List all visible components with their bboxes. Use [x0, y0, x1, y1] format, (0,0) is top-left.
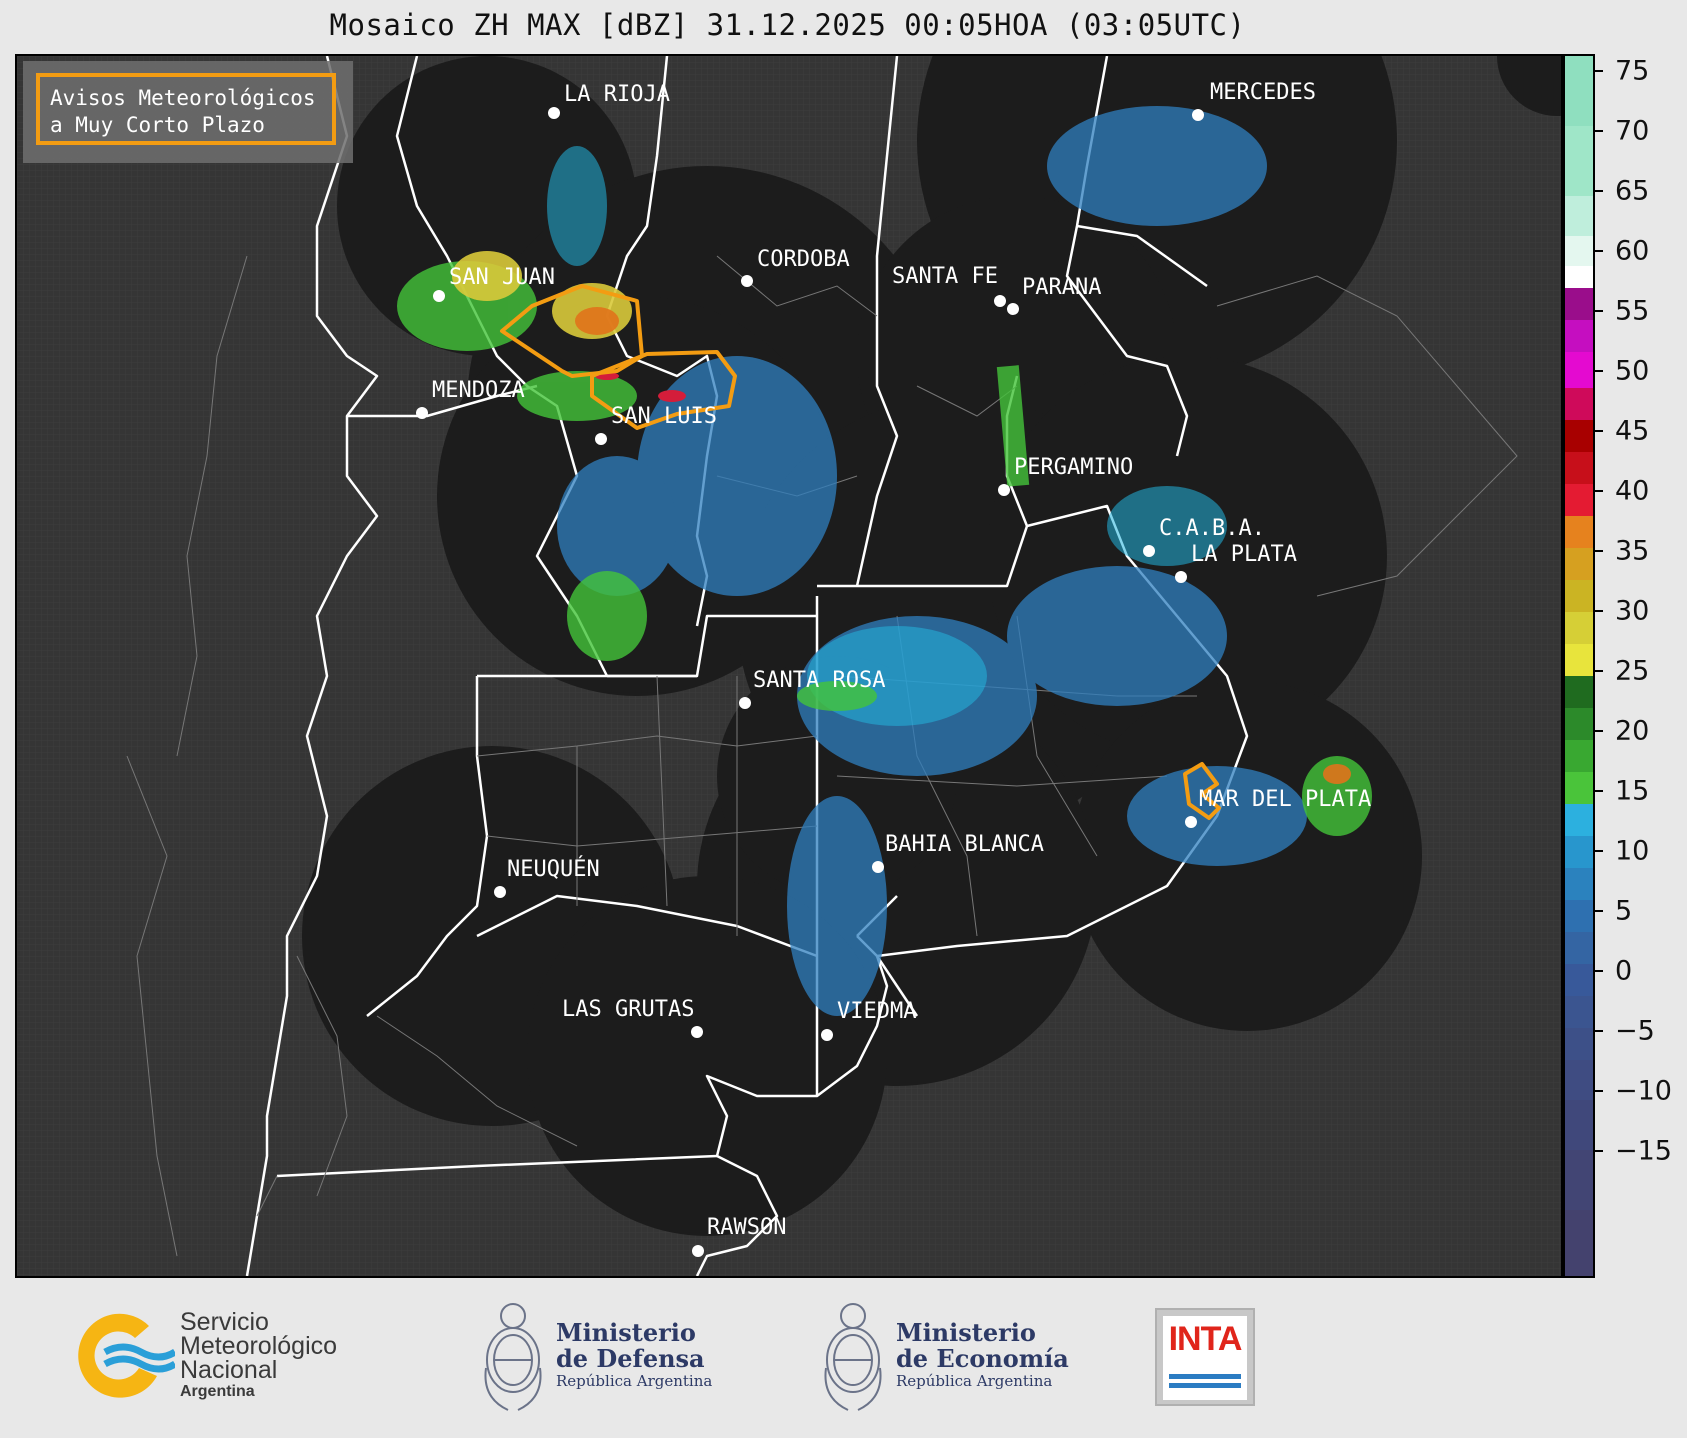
smn-name-line3: Nacional	[180, 1356, 278, 1384]
smn-name-line1: Servicio	[180, 1308, 269, 1336]
warning-legend-line2: a Muy Corto Plazo	[50, 113, 265, 137]
echo-south-san-luis	[567, 571, 647, 661]
svg-text:MERCEDES: MERCEDES	[1210, 80, 1316, 105]
svg-text:SAN JUAN: SAN JUAN	[449, 265, 555, 290]
national-coat-of-arms-icon	[824, 1303, 882, 1411]
echo-la-rioja	[547, 146, 607, 266]
svg-text:BAHIA BLANCA: BAHIA BLANCA	[885, 832, 1044, 857]
defensa-line2: de Defensa	[556, 1344, 705, 1373]
echo-core-orange	[575, 307, 619, 335]
colorbar-tick-label: 60	[1615, 235, 1650, 267]
echo-mercedes	[1047, 106, 1267, 226]
colorbar-tick-label: 15	[1615, 775, 1650, 807]
smn-emblem-icon	[78, 1313, 175, 1398]
colorbar-segments	[1565, 56, 1593, 1276]
economia-line2: de Economía	[896, 1344, 1069, 1373]
svg-text:NEUQUÉN: NEUQUÉN	[507, 856, 600, 882]
colorbar-tick-label: 20	[1615, 715, 1650, 747]
colorbar-tick-label: 75	[1615, 55, 1650, 87]
svg-text:LAS GRUTAS: LAS GRUTAS	[562, 997, 694, 1022]
colorbar	[1563, 54, 1595, 1278]
smn-name-line2: Meteorológico	[180, 1332, 338, 1360]
svg-text:C.A.B.A.: C.A.B.A.	[1159, 516, 1265, 541]
colorbar-tick-label: 65	[1615, 175, 1650, 207]
svg-text:SAN LUIS: SAN LUIS	[611, 404, 717, 429]
ministerio-economia-logo: Ministerio de Economía República Argenti…	[818, 1298, 1078, 1418]
svg-text:VIEDMA: VIEDMA	[837, 999, 916, 1024]
defensa-line1: Ministerio	[556, 1318, 696, 1347]
colorbar-tick-label: −5	[1615, 1015, 1655, 1047]
smn-country: Argentina	[180, 1383, 255, 1400]
colorbar-tick-label: 45	[1615, 415, 1650, 447]
economia-line1: Ministerio	[896, 1318, 1036, 1347]
colorbar-tick-label: −15	[1615, 1135, 1672, 1167]
inta-logo: INTA	[1155, 1308, 1255, 1406]
svg-text:SANTA FE: SANTA FE	[892, 264, 998, 289]
svg-text:RAWSON: RAWSON	[707, 1215, 786, 1240]
svg-text:MAR DEL PLATA: MAR DEL PLATA	[1199, 787, 1371, 812]
colorbar-tick-label: 30	[1615, 595, 1650, 627]
colorbar-tick-label: 35	[1615, 535, 1650, 567]
warning-legend: Avisos Meteorológicos a Muy Corto Plazo	[23, 61, 353, 163]
colorbar-ticks: 75 70 65 60 55 50 45 40 35 30 25 20 15 1…	[1595, 54, 1687, 1278]
svg-text:PARANA: PARANA	[1022, 275, 1101, 300]
smn-logo: Servicio Meteorológico Nacional Argentin…	[65, 1306, 385, 1406]
defensa-line3: República Argentina	[556, 1372, 713, 1390]
ministerio-defensa-logo: Ministerio de Defensa República Argentin…	[478, 1298, 728, 1418]
economia-line3: República Argentina	[896, 1372, 1053, 1390]
colorbar-tick-label: 0	[1615, 955, 1633, 987]
echo-buenos-aires	[1007, 566, 1227, 706]
svg-text:LA RIOJA: LA RIOJA	[564, 82, 670, 107]
national-coat-of-arms-icon	[484, 1303, 542, 1411]
echo-mdp-orange	[1323, 764, 1351, 784]
footer-logos: Servicio Meteorológico Nacional Argentin…	[0, 1280, 1687, 1438]
svg-text:LA PLATA: LA PLATA	[1191, 542, 1297, 567]
svg-text:MENDOZA: MENDOZA	[432, 378, 525, 403]
colorbar-tick-label: −10	[1615, 1075, 1672, 1107]
warning-legend-line1: Avisos Meteorológicos	[50, 86, 316, 110]
svg-text:SANTA ROSA: SANTA ROSA	[753, 668, 885, 693]
colorbar-tick-label: 40	[1615, 475, 1650, 507]
colorbar-tick-label: 10	[1615, 835, 1650, 867]
svg-text:CORDOBA: CORDOBA	[757, 247, 850, 272]
inta-wordmark: INTA	[1168, 1320, 1243, 1358]
map-title: Mosaico ZH MAX [dBZ] 31.12.2025 00:05HOA…	[329, 8, 1246, 42]
svg-text:PERGAMINO: PERGAMINO	[1014, 455, 1133, 480]
colorbar-tick-label: 5	[1615, 895, 1633, 927]
colorbar-tick-label: 70	[1615, 115, 1650, 147]
echo-bahia	[787, 796, 887, 1016]
echo-core-red	[658, 390, 686, 402]
colorbar-tick-label: 55	[1615, 295, 1650, 327]
radar-map[interactable]: LA RIOJA SAN JUAN CORDOBA SANTA FE PARAN…	[15, 54, 1563, 1278]
colorbar-tick-label: 25	[1615, 655, 1650, 687]
colorbar-tick-label: 50	[1615, 355, 1650, 387]
warning-legend-swatch: Avisos Meteorológicos a Muy Corto Plazo	[36, 73, 336, 145]
